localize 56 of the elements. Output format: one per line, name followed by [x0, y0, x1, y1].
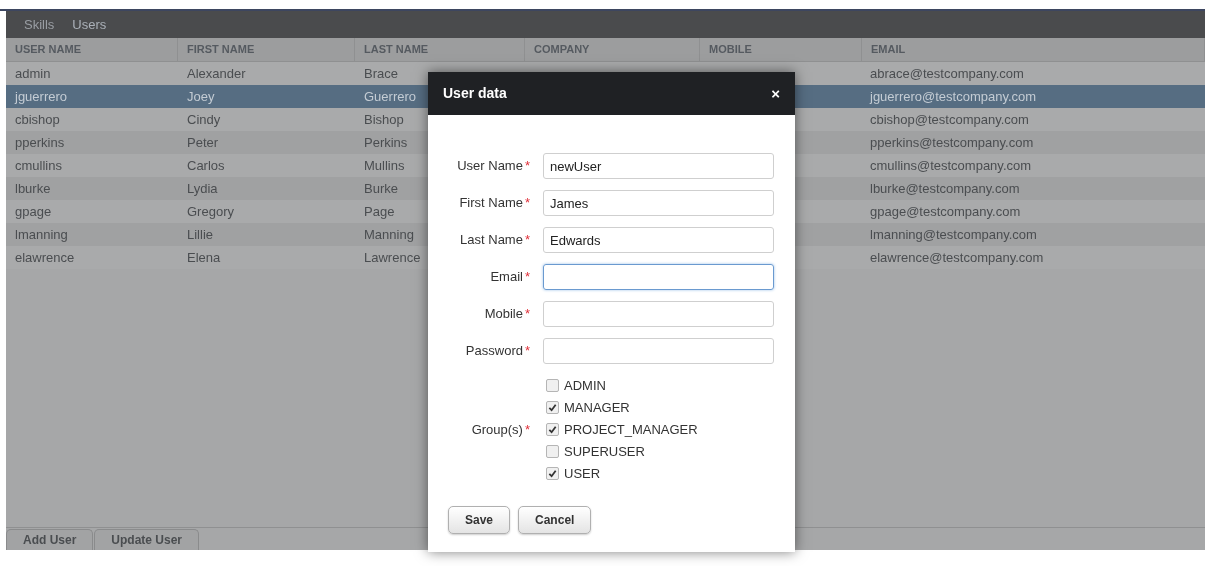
table-cell: admin	[15, 65, 51, 81]
table-cell: cbishop	[15, 111, 60, 127]
table-cell: jguerrero	[15, 88, 68, 104]
field-label: Email	[490, 268, 523, 287]
table-cell-text: lmanning@testcompany.com	[869, 225, 1038, 244]
table-cell: lmanning	[15, 226, 68, 242]
required-mark: *	[524, 305, 530, 324]
table-cell: Page	[364, 203, 395, 219]
table-cell: Carlos	[187, 157, 225, 173]
checkbox-label: MANAGER	[564, 398, 630, 417]
table-cell: gpage	[15, 203, 52, 219]
table-cell: Brace	[364, 65, 398, 81]
table-cell: cmullins	[15, 157, 62, 173]
checkbox-label: PROJECT_MANAGER	[564, 420, 698, 439]
table-cell: Perkins	[364, 134, 408, 150]
table-cell-text: pperkins@testcompany.com	[869, 133, 1035, 152]
table-cell-text: cbishop@testcompany.com	[869, 110, 1030, 129]
table-cell: Joey	[187, 88, 215, 104]
required-mark: *	[524, 157, 530, 176]
table-cell-text: lburke@testcompany.com	[869, 179, 1021, 198]
table-cell: lburke	[15, 180, 51, 196]
required-mark: *	[524, 342, 530, 361]
table-cell-text: elawrence@testcompany.com	[869, 248, 1045, 267]
field-label: Password	[465, 342, 523, 361]
table-cell: Manning	[364, 226, 414, 242]
field-label: Mobile	[484, 305, 523, 324]
table-cell: Peter	[187, 134, 219, 150]
table-cell: pperkins	[15, 134, 65, 150]
field-label: Last Name	[460, 231, 523, 250]
field-label: Group(s)	[471, 420, 523, 439]
field-label: User Name	[457, 157, 523, 176]
table-cell-text: cmullins@testcompany.com	[869, 156, 1033, 175]
table-cell: Lawrence	[364, 249, 421, 265]
table-cell: elawrence	[15, 249, 75, 265]
table-cell: Cindy	[187, 111, 221, 127]
required-mark: *	[524, 420, 530, 439]
table-cell: Burke	[364, 180, 398, 196]
required-mark: *	[524, 194, 530, 213]
table-cell: Lydia	[187, 180, 218, 196]
table-cell: Alexander	[187, 65, 246, 81]
table-cell-text: abrace@testcompany.com	[869, 64, 1025, 83]
table-cell: Gregory	[187, 203, 234, 219]
required-mark: *	[524, 268, 530, 287]
table-cell: Guerrero	[364, 88, 417, 104]
required-mark: *	[524, 231, 530, 250]
table-cell-text: jguerrero@testcompany.com	[868, 87, 1038, 106]
table-cell: Elena	[187, 249, 221, 265]
table-cell: Lillie	[187, 226, 213, 242]
dialog-title: User data	[443, 84, 507, 103]
table-cell: Bishop	[364, 111, 404, 127]
checkbox-label: ADMIN	[564, 376, 606, 395]
checkbox-label: USER	[564, 464, 601, 483]
checkbox-label: SUPERUSER	[564, 442, 645, 461]
table-cell-text: gpage@testcompany.com	[869, 202, 1022, 221]
table-cell: Mullins	[364, 157, 405, 173]
field-label: First Name	[459, 194, 523, 213]
